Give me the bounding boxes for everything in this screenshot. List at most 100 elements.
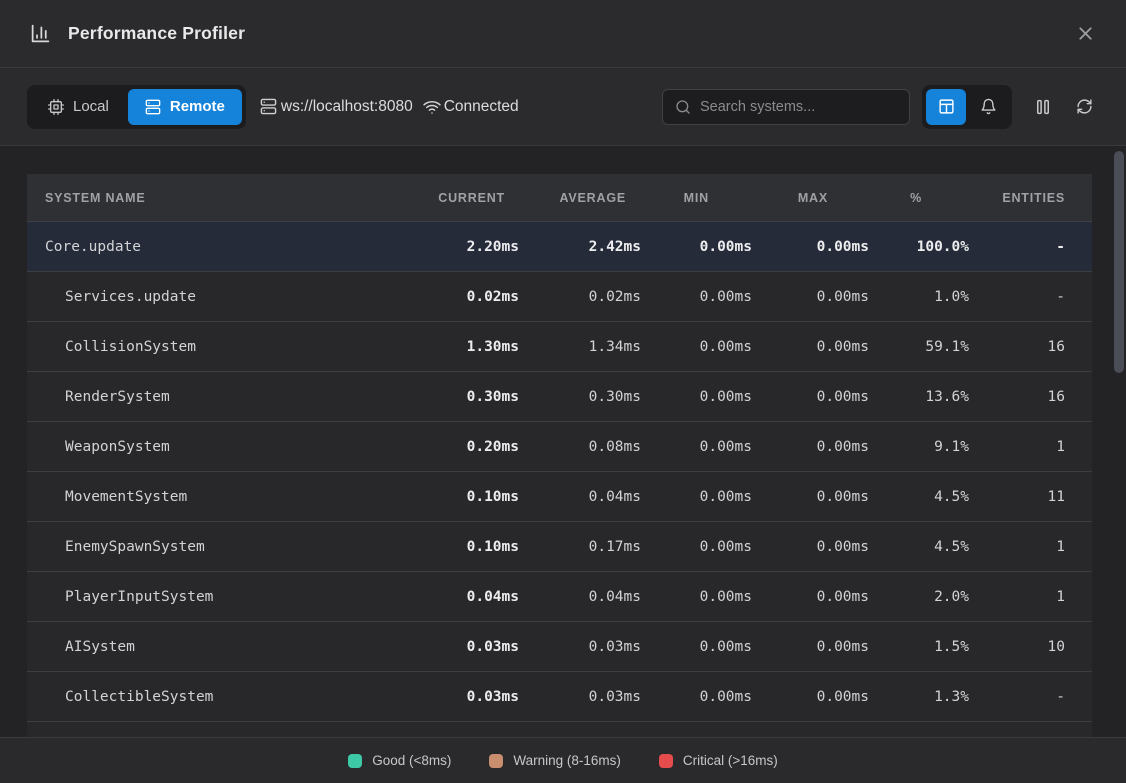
view-toggle-group	[922, 85, 1012, 129]
entities-cell: -	[969, 289, 1092, 305]
percent-cell: 4.5%	[869, 489, 969, 505]
max-cell: 0.00ms	[752, 289, 869, 305]
table-view-button[interactable]	[926, 89, 966, 125]
current-cell: 0.02ms	[419, 289, 519, 305]
current-cell: 2.20ms	[419, 239, 519, 255]
close-button[interactable]	[1071, 19, 1100, 48]
connection-status: Connected	[423, 98, 519, 116]
system-name-cell: CollisionSystem	[27, 339, 419, 355]
entities-cell: -	[969, 239, 1092, 255]
system-name-cell: PlayerInputSystem	[27, 589, 419, 605]
percent-cell: 4.5%	[869, 539, 969, 555]
current-cell: 0.10ms	[419, 489, 519, 505]
column-header-min[interactable]: MIN	[641, 191, 752, 205]
current-cell: 0.03ms	[419, 689, 519, 705]
entities-cell: 1	[969, 439, 1092, 455]
local-mode-button[interactable]: Local	[31, 89, 126, 125]
system-name-cell: WeaponSystem	[27, 439, 419, 455]
average-cell: 0.17ms	[519, 539, 641, 555]
vertical-scrollbar-thumb[interactable]	[1114, 151, 1124, 373]
max-cell: 0.00ms	[752, 389, 869, 405]
systems-table: SYSTEM NAME CURRENT AVERAGE MIN MAX % EN…	[27, 174, 1092, 722]
max-cell: 0.00ms	[752, 489, 869, 505]
table-row[interactable]: EnemySpawnSystem 0.10ms 0.17ms 0.00ms 0.…	[27, 522, 1092, 572]
percent-cell: 100.0%	[869, 239, 969, 255]
legend-item-good: Good (<8ms)	[348, 753, 451, 768]
bell-icon	[980, 98, 997, 115]
average-cell: 0.03ms	[519, 639, 641, 655]
percent-cell: 13.6%	[869, 389, 969, 405]
system-name-cell: AISystem	[27, 639, 419, 655]
min-cell: 0.00ms	[641, 289, 752, 305]
table-row[interactable]: MovementSystem 0.10ms 0.04ms 0.00ms 0.00…	[27, 472, 1092, 522]
table-row[interactable]: CollisionSystem 1.30ms 1.34ms 0.00ms 0.0…	[27, 322, 1092, 372]
column-header-current[interactable]: CURRENT	[419, 191, 519, 205]
current-cell: 0.30ms	[419, 389, 519, 405]
entities-cell: 11	[969, 489, 1092, 505]
current-cell: 0.20ms	[419, 439, 519, 455]
column-header-average[interactable]: AVERAGE	[519, 191, 641, 205]
alerts-button[interactable]	[968, 89, 1008, 125]
table-row[interactable]: Services.update 0.02ms 0.02ms 0.00ms 0.0…	[27, 272, 1092, 322]
search-box	[662, 89, 910, 125]
legend-item-critical: Critical (>16ms)	[659, 753, 778, 768]
local-mode-label: Local	[73, 98, 109, 115]
remote-mode-button[interactable]: Remote	[128, 89, 242, 125]
column-header-system-name[interactable]: SYSTEM NAME	[27, 191, 419, 205]
table-header-row: SYSTEM NAME CURRENT AVERAGE MIN MAX % EN…	[27, 174, 1092, 222]
table-row[interactable]: PlayerInputSystem 0.04ms 0.04ms 0.00ms 0…	[27, 572, 1092, 622]
table-row[interactable]: CollectibleSystem 0.03ms 0.03ms 0.00ms 0…	[27, 672, 1092, 722]
clipped-table-row	[27, 722, 1092, 737]
column-header-entities[interactable]: ENTITIES	[969, 191, 1092, 205]
table-row[interactable]: RenderSystem 0.30ms 0.30ms 0.00ms 0.00ms…	[27, 372, 1092, 422]
max-cell: 0.00ms	[752, 339, 869, 355]
min-cell: 0.00ms	[641, 239, 752, 255]
percent-cell: 1.0%	[869, 289, 969, 305]
table-row[interactable]: WeaponSystem 0.20ms 0.08ms 0.00ms 0.00ms…	[27, 422, 1092, 472]
min-cell: 0.00ms	[641, 389, 752, 405]
pause-button[interactable]	[1028, 92, 1058, 122]
average-cell: 0.03ms	[519, 689, 641, 705]
page-title: Performance Profiler	[68, 23, 245, 44]
search-icon	[675, 99, 691, 115]
toolbar: Local Remote ws://localhost:8080 Connect…	[0, 68, 1126, 146]
mode-toggle: Local Remote	[27, 85, 246, 129]
max-cell: 0.00ms	[752, 589, 869, 605]
column-header-max[interactable]: MAX	[752, 191, 869, 205]
table-row[interactable]: Core.update 2.20ms 2.42ms 0.00ms 0.00ms …	[27, 222, 1092, 272]
connection-url: ws://localhost:8080	[260, 98, 413, 116]
server-icon	[145, 99, 161, 115]
bar-chart-icon	[30, 23, 51, 44]
close-icon	[1075, 23, 1096, 44]
refresh-button[interactable]	[1070, 92, 1099, 121]
pause-icon	[1034, 98, 1052, 116]
current-cell: 0.04ms	[419, 589, 519, 605]
title-bar: Performance Profiler	[0, 0, 1126, 68]
min-cell: 0.00ms	[641, 489, 752, 505]
table-row[interactable]: AISystem 0.03ms 0.03ms 0.00ms 0.00ms 1.5…	[27, 622, 1092, 672]
search-input[interactable]	[700, 99, 897, 115]
percent-cell: 9.1%	[869, 439, 969, 455]
system-name-cell: MovementSystem	[27, 489, 419, 505]
table-body: Core.update 2.20ms 2.42ms 0.00ms 0.00ms …	[27, 222, 1092, 722]
max-cell: 0.00ms	[752, 639, 869, 655]
percent-cell: 59.1%	[869, 339, 969, 355]
average-cell: 0.04ms	[519, 489, 641, 505]
min-cell: 0.00ms	[641, 639, 752, 655]
average-cell: 1.34ms	[519, 339, 641, 355]
entities-cell: 1	[969, 539, 1092, 555]
main-content: SYSTEM NAME CURRENT AVERAGE MIN MAX % EN…	[0, 146, 1126, 737]
system-name-cell: EnemySpawnSystem	[27, 539, 419, 555]
average-cell: 0.30ms	[519, 389, 641, 405]
system-name-cell: Core.update	[27, 239, 419, 255]
max-cell: 0.00ms	[752, 439, 869, 455]
column-header-percent[interactable]: %	[869, 191, 969, 205]
current-cell: 1.30ms	[419, 339, 519, 355]
server-icon	[260, 98, 277, 115]
system-name-cell: CollectibleSystem	[27, 689, 419, 705]
average-cell: 2.42ms	[519, 239, 641, 255]
legend-footer: Good (<8ms) Warning (8-16ms) Critical (>…	[0, 737, 1126, 783]
connection-url-text: ws://localhost:8080	[281, 98, 413, 116]
entities-cell: 1	[969, 589, 1092, 605]
remote-mode-label: Remote	[170, 98, 225, 115]
